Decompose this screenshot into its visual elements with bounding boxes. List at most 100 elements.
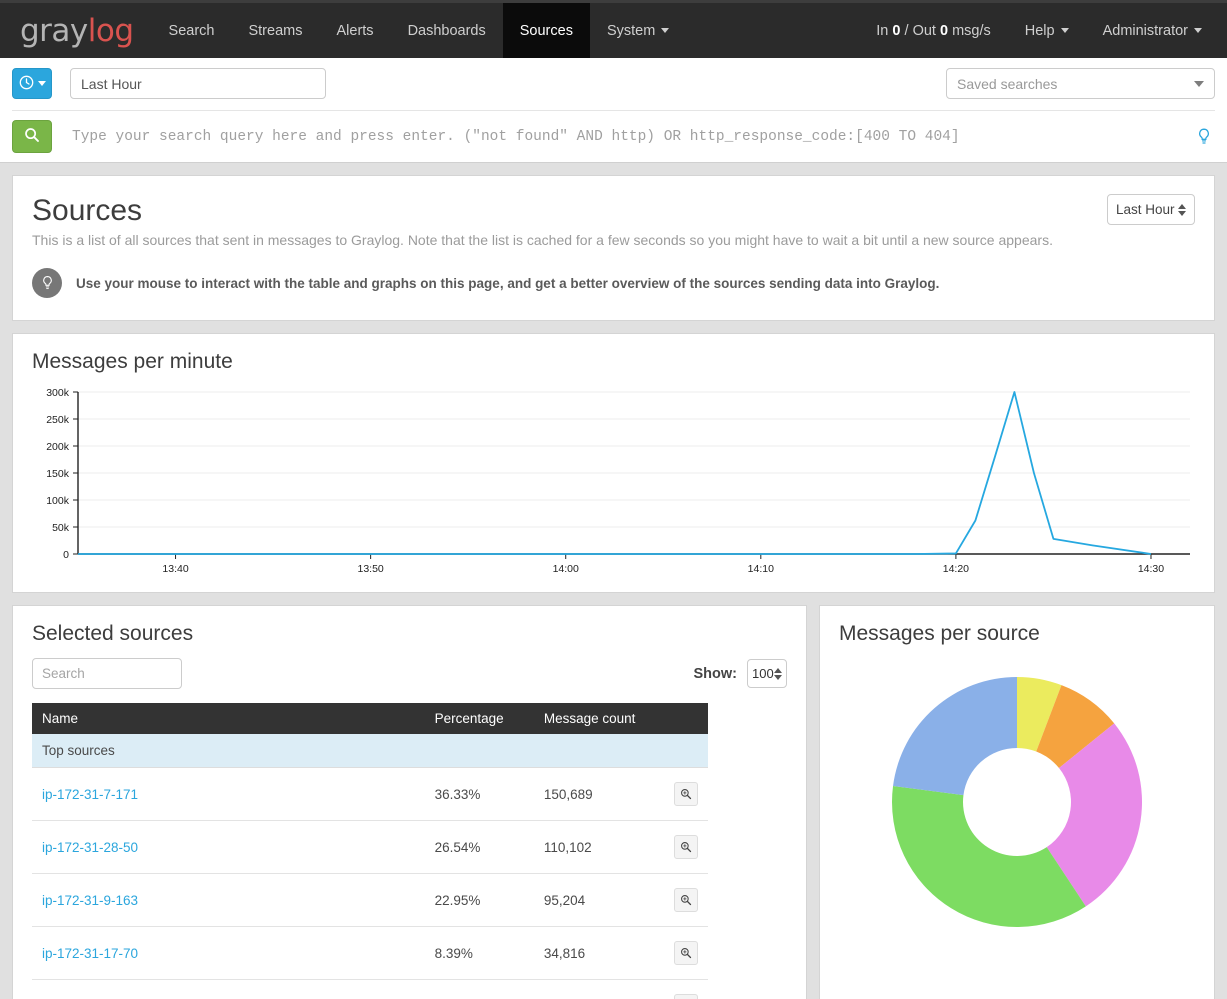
cell-message-count: 95,204 — [533, 873, 664, 927]
cell-actions — [663, 873, 708, 927]
messages-per-minute-panel: Messages per minute 0 50k 100k 150k 200k 250k… — [12, 333, 1215, 593]
chevron-down-icon — [661, 28, 670, 33]
table-controls: Show: 100 — [32, 658, 787, 689]
svg-text:14:10: 14:10 — [748, 563, 774, 575]
throughput-out-label: Out — [912, 22, 936, 39]
show-count-select[interactable]: 100 — [747, 659, 787, 688]
cell-message-count: 24,014 — [533, 979, 664, 999]
table-header-row: Name Percentage Message count — [32, 703, 708, 734]
timerange-select-value: Last Hour — [1116, 202, 1175, 217]
nav-item-user-menu[interactable]: Administrator — [1086, 3, 1219, 58]
table-row[interactable]: ip-172-31-17-70 8.39% 34,816 — [32, 926, 708, 980]
chevron-down-icon — [1194, 28, 1202, 33]
cell-percentage: 8.39% — [424, 926, 534, 980]
search-input[interactable] — [32, 658, 182, 689]
source-link[interactable]: ip-172-31-28-50 — [42, 840, 138, 855]
messages-per-source-panel: Messages per source — [819, 605, 1215, 999]
cell-message-count: 110,102 — [533, 820, 664, 874]
nav-item-help-label: Help — [1024, 22, 1055, 39]
throughput-out-value: 0 — [939, 22, 949, 39]
cell-source-name: ip-172-31-9-163 — [32, 873, 425, 927]
svg-text:13:50: 13:50 — [357, 563, 383, 575]
messages-per-source-chart[interactable] — [839, 656, 1195, 932]
column-header-message-count[interactable]: Message count — [533, 703, 664, 734]
logo-text-gray: gray — [20, 12, 88, 49]
timerange-select[interactable]: Last Hour — [1107, 194, 1195, 225]
cell-actions — [663, 820, 708, 874]
nav-item-dashboards[interactable]: Dashboards — [391, 3, 503, 58]
zoom-in-icon[interactable] — [673, 941, 698, 965]
throughput-in-value: 0 — [892, 22, 901, 39]
throughput-unit: msg/s — [952, 22, 991, 39]
main-navbar: gray log Search Streams Alerts Dashboards… — [0, 0, 1227, 58]
source-link[interactable]: ip-172-31-17-70 — [42, 946, 138, 961]
column-header-actions — [663, 703, 708, 734]
sources-table-head: Name Percentage Message count — [32, 703, 708, 734]
zoom-in-icon[interactable] — [673, 888, 698, 912]
page-hint: Use your mouse to interact with the tabl… — [32, 268, 1195, 298]
selected-sources-title: Selected sources — [32, 622, 194, 645]
throughput-in-label: In — [876, 22, 889, 39]
cell-actions — [663, 979, 708, 999]
user-menu-label: Administrator — [1102, 22, 1188, 39]
primary-nav: Search Streams Alerts Dashboards Sources… — [152, 3, 687, 58]
search-bar: Saved searches — [0, 58, 1227, 163]
svg-text:14:30: 14:30 — [1138, 563, 1164, 575]
table-group-row: Top sources — [32, 734, 708, 768]
nav-item-help[interactable]: Help — [1008, 3, 1086, 58]
column-header-name[interactable]: Name — [32, 703, 425, 734]
zoom-in-icon[interactable] — [673, 835, 698, 859]
page-description: This is a list of all sources that sent … — [32, 232, 1053, 248]
svg-text:13:40: 13:40 — [162, 563, 188, 575]
messages-per-minute-chart[interactable]: 0 50k 100k 150k 200k 250k 300k 13:40 13:50 14:00 1… — [32, 384, 1195, 584]
table-row[interactable]: ip-172-31-9-163 22.95% 95,204 — [32, 873, 708, 927]
nav-item-search[interactable]: Search — [152, 3, 232, 58]
nav-item-sources[interactable]: Sources — [502, 3, 590, 58]
svg-text:200k: 200k — [46, 441, 70, 453]
sources-table-body: Top sources ip-172-31-7-171 36.33% 150,689… — [32, 734, 708, 999]
source-link[interactable]: ip-172-31-7-171 — [42, 787, 138, 802]
table-row[interactable]: ip-172-31-7-171 36.33% 150,689 — [32, 767, 708, 821]
zoom-in-icon[interactable] — [673, 782, 698, 806]
table-row[interactable]: ip-172-31-13-05.79%24,014 — [32, 979, 708, 999]
source-link[interactable]: ip-172-31-9-163 — [42, 893, 138, 908]
show-control: Show: 100 — [694, 659, 787, 688]
throughput-indicator: In 0 / Out 0 msg/s — [859, 3, 1007, 58]
nav-item-system[interactable]: System — [590, 3, 686, 58]
donut-slice[interactable] — [893, 677, 1017, 796]
zoom-in-icon[interactable] — [673, 994, 698, 999]
search-query-input[interactable] — [70, 123, 1197, 150]
page-content: Sources This is a list of all sources th… — [0, 175, 1227, 999]
navbar-right: In 0 / Out 0 msg/s Help Administrator — [859, 3, 1227, 58]
cell-source-name: ip-172-31-28-50 — [32, 820, 425, 874]
spinner-arrows-icon — [1178, 203, 1186, 216]
cell-source-name: ip-172-31-17-70 — [32, 926, 425, 980]
svg-text:250k: 250k — [46, 414, 70, 426]
nav-item-alerts[interactable]: Alerts — [319, 3, 390, 58]
query-hint-bulb-icon[interactable] — [1197, 128, 1211, 145]
page-title: Sources — [32, 194, 143, 227]
timerange-input[interactable] — [70, 68, 326, 99]
show-count-value: 100 — [752, 666, 774, 681]
svg-text:150k: 150k — [46, 468, 70, 480]
search-submit-button[interactable] — [12, 120, 52, 153]
chevron-down-icon — [1194, 80, 1204, 87]
search-bar-query-row — [12, 111, 1215, 162]
search-bar-top-row: Saved searches — [12, 68, 1215, 111]
cell-percentage: 22.95% — [424, 873, 534, 927]
table-row[interactable]: ip-172-31-28-50 26.54% 110,102 — [32, 820, 708, 874]
search-icon — [24, 127, 40, 146]
page-hint-text: Use your mouse to interact with the tabl… — [76, 275, 940, 291]
svg-text:50k: 50k — [52, 522, 70, 534]
svg-text:0: 0 — [63, 549, 69, 561]
throughput-separator: / — [904, 22, 909, 39]
nav-item-system-label: System — [606, 22, 656, 39]
spinner-arrows-icon — [774, 667, 782, 680]
cell-message-count: 34,816 — [533, 926, 664, 980]
timerange-type-button[interactable] — [12, 68, 52, 99]
graylog-logo[interactable]: gray log — [0, 3, 152, 58]
saved-searches-dropdown[interactable]: Saved searches — [946, 68, 1215, 99]
messages-per-source-title: Messages per source — [839, 622, 1040, 645]
column-header-percentage[interactable]: Percentage — [424, 703, 534, 734]
nav-item-streams[interactable]: Streams — [231, 3, 319, 58]
